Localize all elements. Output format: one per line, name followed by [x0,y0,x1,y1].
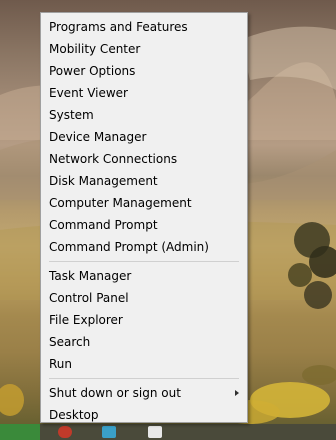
menu-separator [49,378,239,379]
menu-item-computer-management[interactable]: Computer Management [41,192,247,214]
menu-item-command-prompt-admin[interactable]: Command Prompt (Admin) [41,236,247,258]
menu-item-programs-and-features[interactable]: Programs and Features [41,16,247,38]
quick-link-menu: Programs and Features Mobility Center Po… [40,12,248,423]
menu-item-search[interactable]: Search [41,331,247,353]
menu-item-label: Shut down or sign out [49,386,181,400]
menu-item-shut-down-or-sign-out[interactable]: Shut down or sign out [41,382,247,404]
menu-item-task-manager[interactable]: Task Manager [41,265,247,287]
menu-item-control-panel[interactable]: Control Panel [41,287,247,309]
menu-item-system[interactable]: System [41,104,247,126]
chevron-right-icon [235,390,239,396]
menu-item-run[interactable]: Run [41,353,247,375]
menu-item-power-options[interactable]: Power Options [41,60,247,82]
menu-item-desktop[interactable]: Desktop [41,404,247,426]
menu-item-event-viewer[interactable]: Event Viewer [41,82,247,104]
menu-item-file-explorer[interactable]: File Explorer [41,309,247,331]
start-button[interactable] [0,424,40,440]
taskbar [0,424,336,440]
menu-item-disk-management[interactable]: Disk Management [41,170,247,192]
taskbar-app-icon[interactable] [148,426,162,438]
menu-item-mobility-center[interactable]: Mobility Center [41,38,247,60]
menu-separator [49,261,239,262]
taskbar-app-icon[interactable] [58,426,72,438]
taskbar-app-icon[interactable] [102,426,116,438]
menu-item-command-prompt[interactable]: Command Prompt [41,214,247,236]
menu-item-device-manager[interactable]: Device Manager [41,126,247,148]
menu-item-network-connections[interactable]: Network Connections [41,148,247,170]
